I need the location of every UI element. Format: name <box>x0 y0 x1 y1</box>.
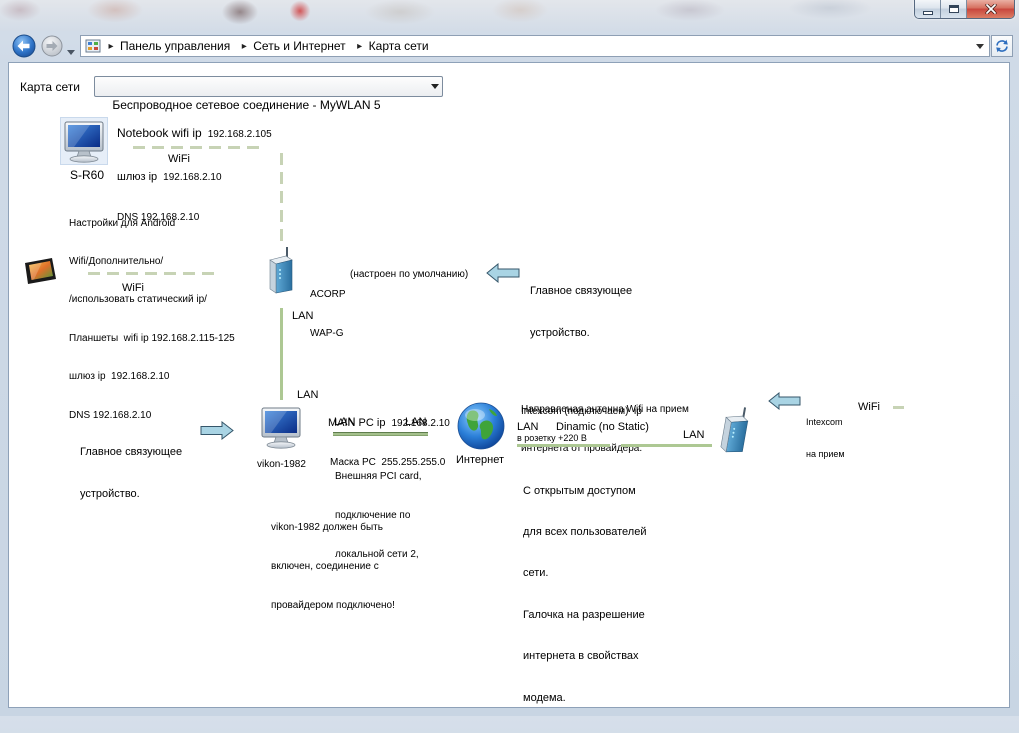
router-icon[interactable] <box>717 403 753 457</box>
modem-callout: Intexcom на прием <box>806 396 845 480</box>
router-brand: ACORP <box>310 289 346 300</box>
callout-line: Главное связующее <box>80 446 183 458</box>
tablet-icon[interactable] <box>22 256 58 286</box>
note-line: интернета в свойствах <box>523 650 639 663</box>
internet-sharing-note: С открытым доступом для всех пользовател… <box>523 457 646 733</box>
provider-wifi-link <box>893 406 904 409</box>
callout-line: устройство. <box>530 327 590 339</box>
callout-line: на прием <box>806 448 845 459</box>
provider-wifi-label: WiFi <box>858 401 880 413</box>
tablet-wifi-link <box>88 272 218 275</box>
note-line: включен, соединение с <box>271 560 379 572</box>
callout-arrow-icon <box>200 421 234 440</box>
note-line: шлюз ip 192.168.2.10 <box>69 371 170 383</box>
pc-lan-label: LAN <box>297 389 319 401</box>
internet-modem-lan-label: LAN <box>517 421 539 433</box>
modem-power-note: в розетку +220 В <box>517 433 587 443</box>
network-map: Карта сети Беспроводное сетевое соединен… <box>0 0 1019 716</box>
computer-icon[interactable] <box>60 117 108 165</box>
note-line: провайдером подключено! <box>271 599 395 611</box>
pc-card-lan-label: LAN <box>334 416 356 428</box>
callout-line: Intexcom <box>806 417 843 427</box>
tablet-wifi-label: WiFi <box>122 282 144 294</box>
note-line: С открытым доступом <box>523 484 636 497</box>
connection-select[interactable]: Беспроводное сетевое соединение - MyWLAN… <box>94 76 443 112</box>
globe-icon[interactable] <box>456 401 506 451</box>
callout-arrow-icon <box>486 263 520 283</box>
main-pc-requirement-note: vikon-1982 должен быть включен, соединен… <box>271 495 395 638</box>
internet-modem-lan-link <box>517 444 610 447</box>
note-line: /использовать статический ip/ <box>69 294 207 306</box>
router-model: WAP-G <box>310 328 344 339</box>
computer-icon[interactable] <box>257 403 305 451</box>
router-name: ACORP WAP-G <box>310 262 346 366</box>
router-status: (настроен по умолчанию) <box>350 268 469 280</box>
card-internet-lan-label: LAN <box>405 416 427 428</box>
router-callout: Главное связующее устройство. <box>530 256 632 368</box>
chevron-down-icon <box>431 84 439 89</box>
page-title: Карта сети <box>20 80 80 94</box>
notebook-wifi-label: WiFi <box>168 153 190 165</box>
note-line: для всех пользователей <box>523 525 647 538</box>
note-line: Галочка на разрешение <box>523 608 645 621</box>
note-line: Внешняя PCI card, <box>335 470 422 482</box>
note-line: Настройки для Android <box>69 217 176 229</box>
callout-line: Главное связующее <box>530 285 633 297</box>
router-wifi-link <box>280 153 283 241</box>
internet-modem-lan-link <box>621 444 712 447</box>
router-pc-lan-link <box>280 308 283 400</box>
main-pc-name: vikon-1982 <box>257 458 306 470</box>
notebook-name: S-R60 <box>70 168 105 182</box>
tablet-settings-note: Настройки для Android Wifi/Дополнительно… <box>69 192 235 448</box>
modem-connection-note: Intexcom (подключаем) ip <box>521 405 642 417</box>
notebook-wifi-link <box>133 146 265 149</box>
modem-lan-label: LAN <box>683 429 705 441</box>
callout-arrow-icon <box>768 392 801 410</box>
notebook-gateway-label: шлюз ip <box>117 170 158 183</box>
notebook-gateway-value: 192.168.2.10 <box>163 171 222 183</box>
note-line: модема. <box>523 691 566 704</box>
pc-internet-lan-link <box>333 432 428 436</box>
note-line: Wifi/Дополнительно/ <box>69 255 164 267</box>
router-icon[interactable] <box>264 246 298 294</box>
modem-ip-mode: Dinamic (no Static) <box>556 421 649 433</box>
note-line: Планшеты wifi ip 192.168.2.115-125 <box>69 332 235 344</box>
note-line: сети. <box>523 567 549 580</box>
router-lan-label: LAN <box>292 310 314 322</box>
notebook-ip-label: Notebook wifi ip <box>117 126 202 140</box>
callout-line: устройство. <box>80 488 140 500</box>
internet-label: Интернет <box>456 454 504 466</box>
note-line: vikon-1982 должен быть <box>271 521 383 533</box>
main-pc-callout: Главное связующее устройство. <box>80 417 182 529</box>
notebook-ip-value: 192.168.2.105 <box>207 129 272 140</box>
